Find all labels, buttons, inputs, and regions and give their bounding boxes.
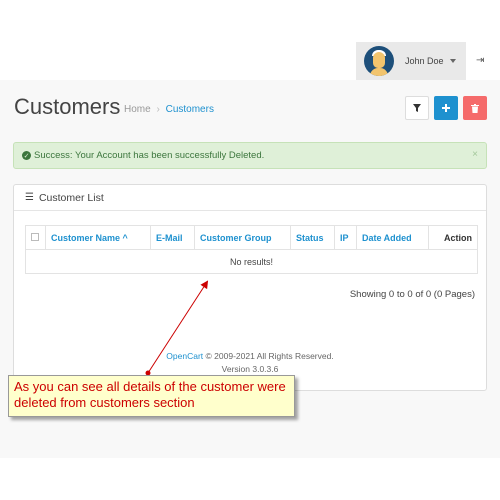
breadcrumb-customers[interactable]: Customers [166,104,214,115]
footer: OpenCart © 2009-2021 All Rights Reserved… [0,350,500,376]
breadcrumb-separator: › [156,104,160,115]
filter-icon [413,104,421,112]
breadcrumb: Home › Customers [124,104,214,115]
close-icon[interactable]: × [472,149,478,160]
panel-heading: ☰ Customer List [14,185,486,211]
alert-message: Success: Your Account has been successfu… [34,150,265,161]
check-circle-icon: ✓ [22,151,31,160]
no-results-text: No results! [25,249,478,274]
panel-title: Customer List [38,191,104,204]
success-alert: ✓ Success: Your Account has been success… [13,142,487,169]
customer-table: Customer Name ^ E-Mail Customer Group St… [25,225,478,274]
chevron-down-icon [449,59,456,63]
column-ip[interactable]: IP [334,225,357,250]
footer-brand-link[interactable]: OpenCart [166,351,203,361]
filter-button[interactable] [405,96,429,120]
list-icon: ☰ [25,192,34,203]
pagination-summary: Showing 0 to 0 of 0 (0 Pages) [349,289,475,300]
user-name: John Doe [405,56,444,66]
plus-icon [442,104,450,112]
add-button[interactable] [434,96,458,120]
column-date-added[interactable]: Date Added [356,225,429,250]
table-row: No results! [25,249,478,274]
column-customer-name[interactable]: Customer Name ^ [45,225,151,250]
trash-icon [471,103,479,113]
column-email[interactable]: E-Mail [150,225,195,250]
column-status[interactable]: Status [290,225,335,250]
table-header-row: Customer Name ^ E-Mail Customer Group St… [25,225,478,250]
page-title: Customers [14,94,121,119]
footer-copyright: © 2009-2021 All Rights Reserved. [205,351,334,361]
column-customer-group[interactable]: Customer Group [194,225,291,250]
breadcrumb-home[interactable]: Home [124,104,151,115]
delete-button[interactable] [463,96,487,120]
user-menu[interactable]: John Doe [356,42,466,80]
select-all-cell [25,225,46,250]
sign-out-icon[interactable]: ⇥ [476,55,484,66]
annotation-callout: As you can see all details of the custom… [8,375,295,417]
column-action: Action [428,225,478,250]
select-all-checkbox[interactable] [31,232,39,241]
avatar [364,46,394,76]
